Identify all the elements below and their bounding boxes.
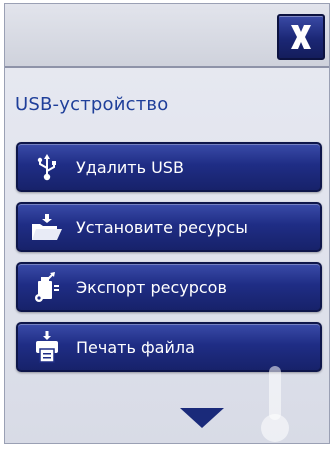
install-resources-button[interactable]: Установите ресурсы	[16, 202, 322, 252]
close-button[interactable]	[277, 14, 325, 60]
export-resources-button[interactable]: Экспорт ресурсов	[16, 262, 322, 312]
print-file-label: Печать файла	[76, 337, 195, 357]
export-resources-icon	[18, 264, 76, 310]
folder-open-icon	[18, 204, 76, 250]
export-resources-label: Экспорт ресурсов	[76, 277, 227, 297]
scroll-down-arrow-icon[interactable]	[180, 408, 224, 428]
usb-menu-screen: USB-устройство Удалить USB Установите ре…	[4, 3, 330, 444]
section-title: USB-устройство	[15, 94, 169, 115]
thermometer-watermark-icon	[261, 366, 289, 442]
install-resources-label: Установите ресурсы	[76, 217, 248, 237]
usb-icon	[18, 144, 76, 190]
remove-usb-button[interactable]: Удалить USB	[16, 142, 322, 192]
top-bar	[5, 4, 329, 68]
print-file-icon	[18, 324, 76, 370]
close-icon	[291, 25, 311, 49]
remove-usb-label: Удалить USB	[76, 157, 184, 177]
